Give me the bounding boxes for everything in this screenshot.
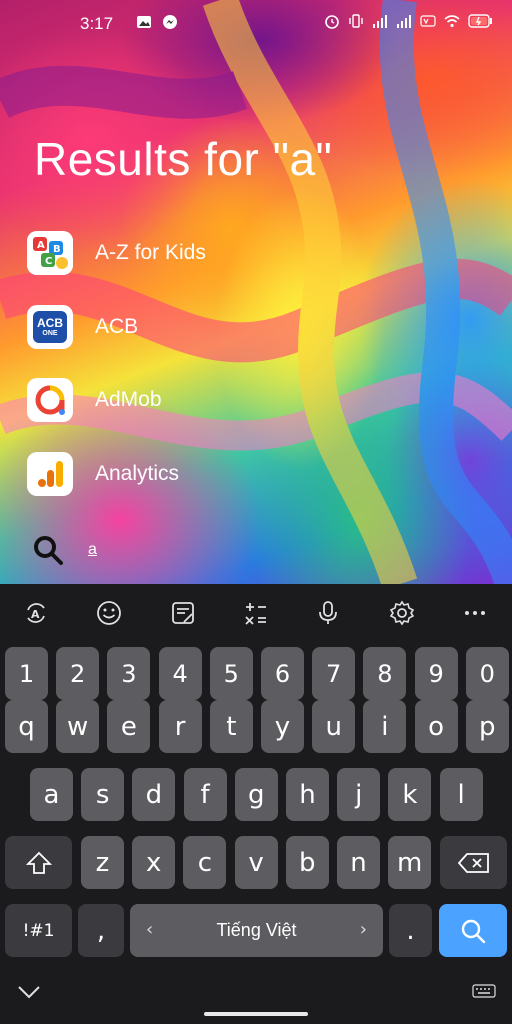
backspace-icon <box>457 852 489 873</box>
keyboard-switch-icon[interactable] <box>472 984 496 1002</box>
key-i[interactable]: i <box>363 700 407 753</box>
status-icons-left <box>136 14 178 30</box>
acb-icon: ACB ONE <box>27 305 73 349</box>
result-item-acb[interactable]: ACB ONE ACB <box>27 305 138 349</box>
wallpaper <box>0 0 512 584</box>
backspace-key[interactable] <box>440 836 507 889</box>
key-e[interactable]: e <box>107 700 151 753</box>
calculator-icon[interactable] <box>243 600 269 626</box>
hide-keyboard-chevron-icon[interactable] <box>16 982 42 1002</box>
result-label: ACB <box>95 315 139 338</box>
key-8[interactable]: 8 <box>363 647 407 700</box>
svg-text:B: B <box>53 244 61 255</box>
status-time: 3:17 <box>80 14 114 33</box>
svg-text:C: C <box>45 256 52 267</box>
key-1[interactable]: 1 <box>5 647 48 700</box>
translate-icon[interactable]: A <box>23 600 49 626</box>
key-f[interactable]: f <box>183 768 227 821</box>
svg-text:A: A <box>37 240 45 251</box>
key-d[interactable]: d <box>132 768 176 821</box>
result-item-admob[interactable]: AdMob <box>27 378 162 422</box>
key-4[interactable]: 4 <box>158 647 202 700</box>
key-k[interactable]: k <box>388 768 432 821</box>
space-key-label: Tiếng Việt <box>216 920 297 940</box>
key-t[interactable]: t <box>209 700 253 753</box>
symbols-key[interactable]: !#1 <box>5 904 72 957</box>
status-icons-right <box>324 13 492 29</box>
home-indicator <box>204 1012 308 1016</box>
key-y[interactable]: y <box>261 700 304 753</box>
key-a[interactable]: a <box>30 768 73 821</box>
key-m[interactable]: m <box>388 836 432 889</box>
key-7[interactable]: 7 <box>312 647 356 700</box>
settings-gear-icon[interactable] <box>389 600 415 626</box>
svg-text:A: A <box>31 608 40 621</box>
search-input[interactable]: a <box>88 541 97 559</box>
search-bar[interactable]: a <box>30 532 97 568</box>
navigation-bar <box>0 974 512 1024</box>
search-icon <box>34 536 63 565</box>
key-5[interactable]: 5 <box>209 647 253 700</box>
az-kids-icon: A B C <box>27 231 73 275</box>
analytics-icon <box>27 452 73 496</box>
vibrate-icon <box>349 14 363 28</box>
shift-key[interactable] <box>5 836 72 889</box>
key-h[interactable]: h <box>286 768 329 821</box>
result-label: AdMob <box>95 388 162 411</box>
keyboard: A 1234567890 qwertyuiop asdfghjkl zxcvb <box>0 584 512 1024</box>
battery-icon <box>468 14 492 28</box>
search-key[interactable] <box>439 904 507 957</box>
emoji-icon[interactable] <box>96 600 122 626</box>
result-label: A-Z for Kids <box>95 241 206 264</box>
result-item-analytics[interactable]: Analytics <box>27 452 179 496</box>
admob-icon <box>27 378 73 422</box>
sticker-icon[interactable] <box>170 600 196 626</box>
space-right-arrow: › <box>359 919 367 940</box>
key-l[interactable]: l <box>439 768 483 821</box>
key-0[interactable]: 0 <box>465 647 509 700</box>
result-item-az-for-kids[interactable]: A B C A-Z for Kids <box>27 231 206 275</box>
signal-1-icon <box>373 15 387 28</box>
space-key[interactable]: ‹ Tiếng Việt › <box>130 904 383 957</box>
keyboard-toolbar: A <box>0 584 512 640</box>
acb-icon-text-top: ACB <box>37 315 63 330</box>
key-b[interactable]: b <box>285 836 329 889</box>
page-title: Results for "a" <box>34 133 333 185</box>
wallpaper-swirls <box>0 0 512 584</box>
key-3[interactable]: 3 <box>107 647 151 700</box>
microphone-icon[interactable] <box>315 600 341 626</box>
key-u[interactable]: u <box>312 700 356 753</box>
key-2[interactable]: 2 <box>56 647 100 700</box>
key-s[interactable]: s <box>81 768 125 821</box>
key-o[interactable]: o <box>414 700 458 753</box>
key-j[interactable]: j <box>337 768 381 821</box>
alarm-icon <box>325 15 339 29</box>
key-r[interactable]: r <box>158 700 202 753</box>
space-left-arrow: ‹ <box>146 919 154 940</box>
key-z[interactable]: z <box>81 836 124 889</box>
key-q[interactable]: q <box>5 700 48 753</box>
key-9[interactable]: 9 <box>414 647 458 700</box>
wifi-icon <box>444 15 460 28</box>
search-icon <box>461 919 486 943</box>
key-c[interactable]: c <box>183 836 227 889</box>
period-key[interactable]: . <box>389 904 432 957</box>
more-options-icon[interactable] <box>462 600 488 626</box>
volte-icon <box>420 15 436 27</box>
shift-icon <box>25 851 52 874</box>
key-x[interactable]: x <box>132 836 176 889</box>
key-n[interactable]: n <box>337 836 380 889</box>
messenger-icon <box>163 15 177 29</box>
signal-2-icon <box>397 15 411 28</box>
gallery-icon <box>137 16 151 28</box>
key-g[interactable]: g <box>234 768 278 821</box>
comma-key[interactable]: , <box>78 904 124 957</box>
acb-icon-text-bottom: ONE <box>42 329 58 337</box>
key-p[interactable]: p <box>465 700 509 753</box>
key-v[interactable]: v <box>234 836 278 889</box>
key-6[interactable]: 6 <box>261 647 304 700</box>
key-w[interactable]: w <box>56 700 100 753</box>
status-bar: 3:17 <box>0 0 512 48</box>
result-label: Analytics <box>95 462 180 485</box>
